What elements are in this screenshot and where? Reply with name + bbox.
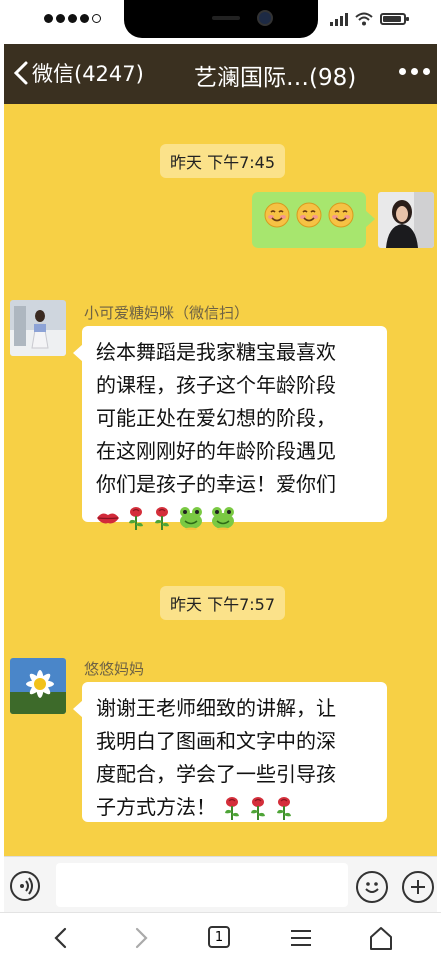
status-bar: [0, 0, 441, 44]
device-notch: [124, 0, 318, 38]
rose-emoji-icon: [225, 796, 239, 820]
sender-avatar[interactable]: [10, 300, 66, 356]
battery-icon: [380, 13, 409, 25]
message-line: 在这刚刚好的年龄阶段遇见: [96, 439, 336, 463]
message-line: 我明白了图画和文字中的深: [96, 729, 336, 753]
message-line: 度配合，学会了一些引导孩: [96, 762, 336, 786]
sender-name: 小可爱糖妈咪（微信扫）: [84, 304, 250, 322]
message-line: 可能正处在爱幻想的阶段，: [96, 406, 336, 430]
message-last-line: 子方式方法！: [96, 791, 373, 824]
rose-emoji-icon: [155, 506, 169, 530]
message-line: 你们是孩子的幸运！爱你们: [96, 472, 336, 496]
sender-avatar[interactable]: [10, 658, 66, 714]
message-bubble[interactable]: 谢谢王老师细致的讲解，让 我明白了图画和文字中的深 度配合，学会了一些引导孩 子…: [73, 682, 387, 824]
sender-name: 悠悠妈妈: [84, 660, 145, 678]
timestamp: 昨天 下午7:45: [160, 144, 286, 178]
smile-emoji-icon: [264, 202, 290, 228]
wifi-icon: [355, 12, 373, 26]
rose-emoji-icon: [129, 506, 143, 530]
lips-emoji-icon: [97, 513, 119, 523]
plus-icon: [411, 880, 425, 894]
message-input[interactable]: [56, 863, 348, 907]
home-icon[interactable]: [366, 923, 396, 953]
browser-toolbar: 1: [0, 912, 441, 964]
signal-dots-icon: [44, 14, 101, 23]
frog-emoji-icon: [180, 506, 202, 530]
smile-emoji-icon: [328, 202, 354, 228]
add-attachment-button[interactable]: [402, 871, 434, 903]
back-label: 微信(4247): [32, 62, 144, 86]
chat-area[interactable]: 昨天 下午7:45 小可爱糖妈咪（微信扫） 绘本舞蹈是我家糖宝最喜欢 的课程，孩…: [4, 104, 437, 856]
tabs-button[interactable]: 1: [208, 926, 230, 948]
rose-emoji-icon: [277, 796, 291, 820]
smile-emoji-icon: [296, 202, 322, 228]
message-input-bar: [4, 856, 437, 913]
message-line: 绘本舞蹈是我家糖宝最喜欢: [96, 340, 336, 364]
chat-header: 微信(4247) 艺澜国际…(98): [4, 44, 437, 104]
message-line: 的课程，孩子这个年龄阶段: [96, 373, 336, 397]
voice-icon: [20, 877, 33, 895]
frog-emoji-icon: [212, 506, 234, 530]
self-message-bubble[interactable]: [252, 192, 375, 248]
chevron-left-icon: [13, 61, 28, 85]
smiley-icon: [365, 882, 379, 893]
browser-back-icon[interactable]: [46, 923, 76, 953]
message-line: 谢谢王老师细致的讲解，让: [96, 696, 336, 720]
message-bubble[interactable]: 绘本舞蹈是我家糖宝最喜欢 的课程，孩子这个年龄阶段 可能正处在爱幻想的阶段， 在…: [73, 326, 387, 530]
emoji-button[interactable]: [356, 871, 388, 903]
timestamp: 昨天 下午7:57: [160, 586, 286, 620]
browser-forward-icon[interactable]: [126, 923, 156, 953]
chat-title: 艺澜国际…(98): [194, 65, 357, 91]
menu-icon[interactable]: [286, 923, 316, 953]
message-emoji-row: [96, 501, 373, 534]
voice-input-button[interactable]: [10, 871, 40, 901]
back-button[interactable]: 微信(4247): [12, 58, 144, 88]
cellular-signal-icon: [330, 12, 348, 26]
message-line: 子方式方法！: [96, 795, 216, 819]
more-options-icon[interactable]: [399, 68, 430, 75]
self-emoji-row: [264, 202, 354, 228]
rose-emoji-icon: [251, 796, 265, 820]
self-avatar[interactable]: [378, 192, 434, 248]
